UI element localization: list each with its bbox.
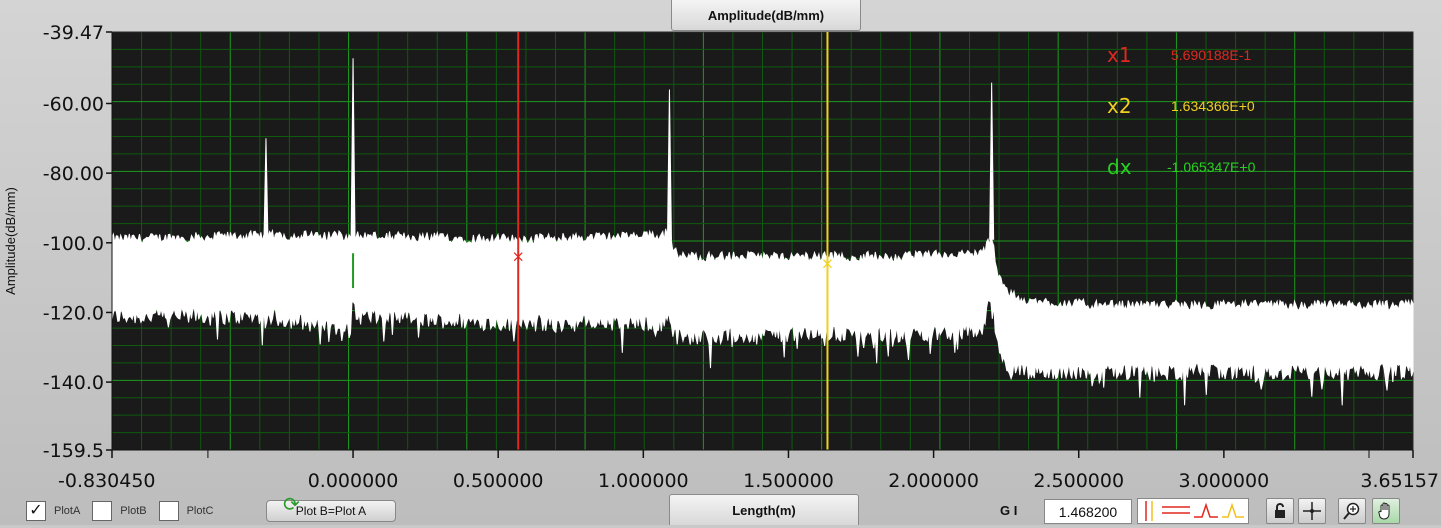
y-axis-ticks: -39.47 -60.00 -80.00 -100.0 -120.0 -140.0 -159…	[43, 22, 113, 462]
y-axis-label: Amplitude(dB/mm)	[3, 187, 18, 295]
readout-dx-label: dx	[1107, 155, 1132, 179]
y-tick-label: -140.0	[43, 372, 104, 394]
x-tick-label: 0.000000	[308, 470, 399, 492]
pan-hand-icon[interactable]	[1372, 498, 1400, 524]
x-tick-label: 3.000000	[1179, 470, 1270, 492]
readout-x2-value: 1.634366E+0	[1171, 98, 1255, 114]
plotc-label: PlotC	[186, 505, 214, 517]
x-axis-ticks: -0.830450 0.000000 0.500000 1.000000 1.50000…	[58, 449, 1439, 492]
plota-label: PlotA	[54, 505, 81, 517]
x-tick-label: 2.000000	[888, 470, 979, 492]
x-tick-label: 0.500000	[453, 470, 544, 492]
refresh-arrow-icon: ⟳	[283, 494, 300, 516]
hand-glyph	[1378, 502, 1390, 520]
x-tick-label: 1.000000	[598, 470, 689, 492]
zoom-icon[interactable]	[1338, 498, 1366, 524]
y-tick-label: -159.5	[43, 440, 104, 462]
readout-x1-label: x1	[1107, 43, 1132, 67]
gi-value-field[interactable]: 1.468200	[1044, 499, 1132, 524]
readout-x1-value: 5.690188E-1	[1171, 47, 1251, 63]
readout-x2-label: x2	[1107, 94, 1132, 118]
legend-item-plotc[interactable]: PlotC	[158, 501, 214, 521]
y-tick-label: -100.0	[43, 233, 104, 255]
zoom-glyph	[1343, 502, 1360, 520]
plotb-label: PlotB	[120, 505, 147, 517]
crosshair-glyph	[1303, 502, 1321, 520]
readout-dx-value: -1.065347E+0	[1167, 159, 1256, 175]
legend-item-plotb[interactable]: PlotB	[92, 501, 147, 521]
cursor-style-palette[interactable]	[1137, 498, 1249, 524]
chart-title: Amplitude(dB/mm)	[671, 0, 861, 31]
x-tick-label: 1.500000	[743, 470, 834, 492]
lock-icon[interactable]	[1266, 498, 1294, 524]
copy-plot-button[interactable]: ⟳ Plot B=Plot A	[266, 495, 396, 522]
x-tick-label: 3.65157	[1360, 470, 1439, 492]
plot-legend: ✓ PlotA PlotB PlotC	[26, 500, 220, 522]
y-tick-label: -80.00	[43, 163, 104, 185]
y-tick-label: -39.47	[43, 22, 104, 44]
y-tick-label: -120.0	[43, 302, 104, 324]
copy-plot-label: Plot B=Plot A	[295, 504, 367, 518]
legend-item-plota[interactable]: ✓ PlotA	[26, 501, 80, 521]
gi-label: G I	[1000, 503, 1018, 518]
x-tick-label: -0.830450	[58, 470, 156, 492]
cursor-style-icons	[1145, 501, 1244, 521]
y-tick-label: -60.00	[43, 93, 104, 115]
lock-glyph	[1275, 503, 1285, 518]
plotc-checkbox[interactable]	[158, 501, 179, 521]
plotb-checkbox[interactable]	[92, 501, 113, 521]
plota-checkbox[interactable]: ✓	[26, 501, 46, 521]
amplitude-graph[interactable]: -39.47 -60.00 -80.00 -100.0 -120.0 -140.0 -159…	[0, 0, 1441, 525]
x-axis-label: Length(m)	[669, 494, 859, 525]
x-tick-label: 2.500000	[1033, 470, 1124, 492]
crosshair-icon[interactable]	[1298, 498, 1326, 524]
